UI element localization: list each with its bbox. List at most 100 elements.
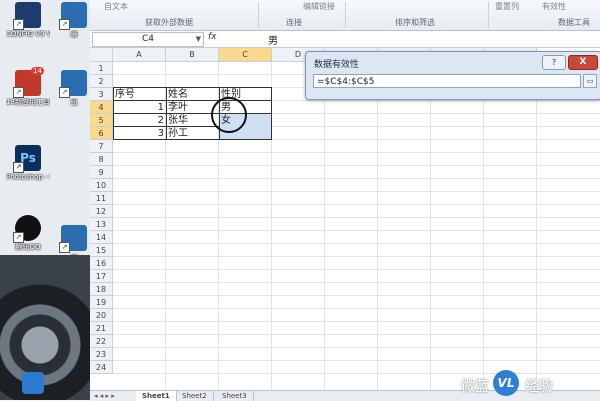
- gridline: [430, 62, 431, 390]
- desktop-icon-config[interactable]: ↗ CONFIG V9 V9.0.0: [6, 2, 50, 39]
- desktop-icon-partial-a[interactable]: ↗ 遍: [52, 2, 90, 39]
- row-header-8[interactable]: 8: [90, 153, 113, 166]
- gridline: [113, 230, 600, 231]
- function-icon[interactable]: fx: [208, 32, 217, 42]
- row-header-16[interactable]: 16: [90, 257, 113, 270]
- desktop-area: ↗ CONFIG V9 V9.0.0 ↗ 遍 14 ↗ 18新应用工具 ↗ 迅 …: [0, 0, 90, 400]
- ribbon: 自文本 编辑链接 重置列 有效性 获取外部数据 连接 排序和筛选 数据工具: [90, 0, 600, 31]
- gridline: [483, 62, 484, 390]
- gridline: [113, 191, 600, 192]
- gear-icon[interactable]: [22, 372, 44, 394]
- desktop-icon-tools[interactable]: 14 ↗ 18新应用工具: [6, 67, 50, 107]
- column-header-b[interactable]: B: [166, 48, 219, 62]
- gridline: [113, 204, 600, 205]
- desktop-icon-photoshop[interactable]: Ps↗ Photoshop - 快捷方式: [6, 145, 50, 182]
- wallpaper-object: [0, 255, 90, 400]
- select-all-corner[interactable]: [90, 48, 113, 62]
- row-header-7[interactable]: 7: [90, 140, 113, 153]
- gridline: [113, 178, 600, 179]
- ribbon-group-connections: 连接: [286, 18, 302, 27]
- cell-a4[interactable]: 1: [113, 101, 166, 114]
- chevron-down-icon[interactable]: ▼: [196, 33, 201, 46]
- row-header-3[interactable]: 3: [90, 88, 113, 101]
- row-header-15[interactable]: 15: [90, 244, 113, 257]
- ribbon-group-sort-filter: 排序和筛选: [395, 18, 435, 27]
- gridline: [113, 152, 600, 153]
- column-header-a[interactable]: A: [113, 48, 166, 62]
- desktop-icon-qq[interactable]: ↗ 腾讯QQ: [6, 215, 50, 252]
- gridline: [113, 243, 600, 244]
- ribbon-item-edit-links[interactable]: 编辑链接: [303, 1, 335, 12]
- row-header-13[interactable]: 13: [90, 218, 113, 231]
- ribbon-separator: [258, 2, 259, 28]
- photoshop-icon: Ps ↗: [13, 145, 41, 173]
- gridline: [536, 62, 537, 390]
- ribbon-group-external-data: 获取外部数据: [145, 18, 193, 27]
- watermark: 微蓝 VL 经验: [455, 370, 595, 398]
- row-header-1[interactable]: 1: [90, 62, 113, 75]
- ribbon-separator: [488, 2, 489, 28]
- ribbon-item-reapply[interactable]: 重置列: [495, 1, 519, 12]
- close-button[interactable]: X: [568, 55, 598, 70]
- gridline: [377, 62, 378, 390]
- name-box[interactable]: C4 ▼: [92, 32, 204, 47]
- app-icon: ↗: [59, 225, 87, 253]
- app-icon: ↗: [13, 2, 41, 30]
- column-header-c[interactable]: C: [219, 48, 272, 62]
- data-validation-dialog: 数据有效性 ? X =$C$4:$C$5 ▭: [305, 51, 600, 100]
- cell-a3[interactable]: 序号: [113, 88, 166, 101]
- ribbon-item-from-text[interactable]: 自文本: [104, 1, 128, 12]
- row-header-20[interactable]: 20: [90, 309, 113, 322]
- ribbon-group-data-tools: 数据工具: [558, 18, 590, 27]
- gridline: [113, 165, 600, 166]
- range-input[interactable]: =$C$4:$C$5: [313, 74, 581, 88]
- row-header-2[interactable]: 2: [90, 75, 113, 88]
- row-header-12[interactable]: 12: [90, 205, 113, 218]
- row-header-10[interactable]: 10: [90, 179, 113, 192]
- row-header-6[interactable]: 6: [90, 127, 113, 140]
- watermark-left-text: 微蓝: [461, 379, 489, 395]
- gridline: [113, 321, 600, 322]
- app-icon: ↗: [59, 70, 87, 98]
- ribbon-item-data-validation[interactable]: 有效性: [542, 1, 566, 12]
- row-header-19[interactable]: 19: [90, 296, 113, 309]
- ribbon-separator: [345, 2, 346, 28]
- watermark-logo: VL: [493, 370, 519, 396]
- help-button[interactable]: ?: [542, 55, 566, 70]
- row-header-24[interactable]: 24: [90, 361, 113, 374]
- gridline: [113, 308, 600, 309]
- gridline: [113, 217, 600, 218]
- app-icon: 14 ↗: [13, 67, 44, 98]
- row-header-21[interactable]: 21: [90, 322, 113, 335]
- row-header-11[interactable]: 11: [90, 192, 113, 205]
- gridline: [113, 334, 600, 335]
- row-header-23[interactable]: 23: [90, 348, 113, 361]
- row-header-14[interactable]: 14: [90, 231, 113, 244]
- qq-icon: ↗: [13, 215, 41, 243]
- formula-bar: C4 ▼ fx 男: [90, 31, 600, 48]
- cell-b3[interactable]: 姓名: [166, 88, 219, 101]
- cell-a5[interactable]: 2: [113, 114, 166, 127]
- app-icon: ↗: [59, 2, 87, 30]
- gridline: [113, 269, 600, 270]
- cell-a6[interactable]: 3: [113, 127, 166, 140]
- gridline: [113, 256, 600, 257]
- cell-b6[interactable]: 孙工: [166, 127, 219, 140]
- gridline: [113, 282, 600, 283]
- expand-dialog-icon[interactable]: ▭: [583, 74, 597, 88]
- formula-input[interactable]: 男: [268, 32, 278, 47]
- row-header-17[interactable]: 17: [90, 270, 113, 283]
- gridline: [324, 62, 325, 390]
- annotation-circle: [211, 97, 247, 133]
- dialog-title: 数据有效性: [314, 60, 360, 70]
- gridline: [113, 295, 600, 296]
- gridline: [113, 360, 600, 361]
- row-header-22[interactable]: 22: [90, 335, 113, 348]
- row-header-5[interactable]: 5: [90, 114, 113, 127]
- row-header-9[interactable]: 9: [90, 166, 113, 179]
- notification-badge: 14: [31, 67, 44, 75]
- row-header-18[interactable]: 18: [90, 283, 113, 296]
- watermark-right-text: 经验: [525, 379, 553, 395]
- desktop-icon-partial-b[interactable]: ↗ 迅: [52, 70, 90, 107]
- row-header-4[interactable]: 4: [90, 101, 113, 114]
